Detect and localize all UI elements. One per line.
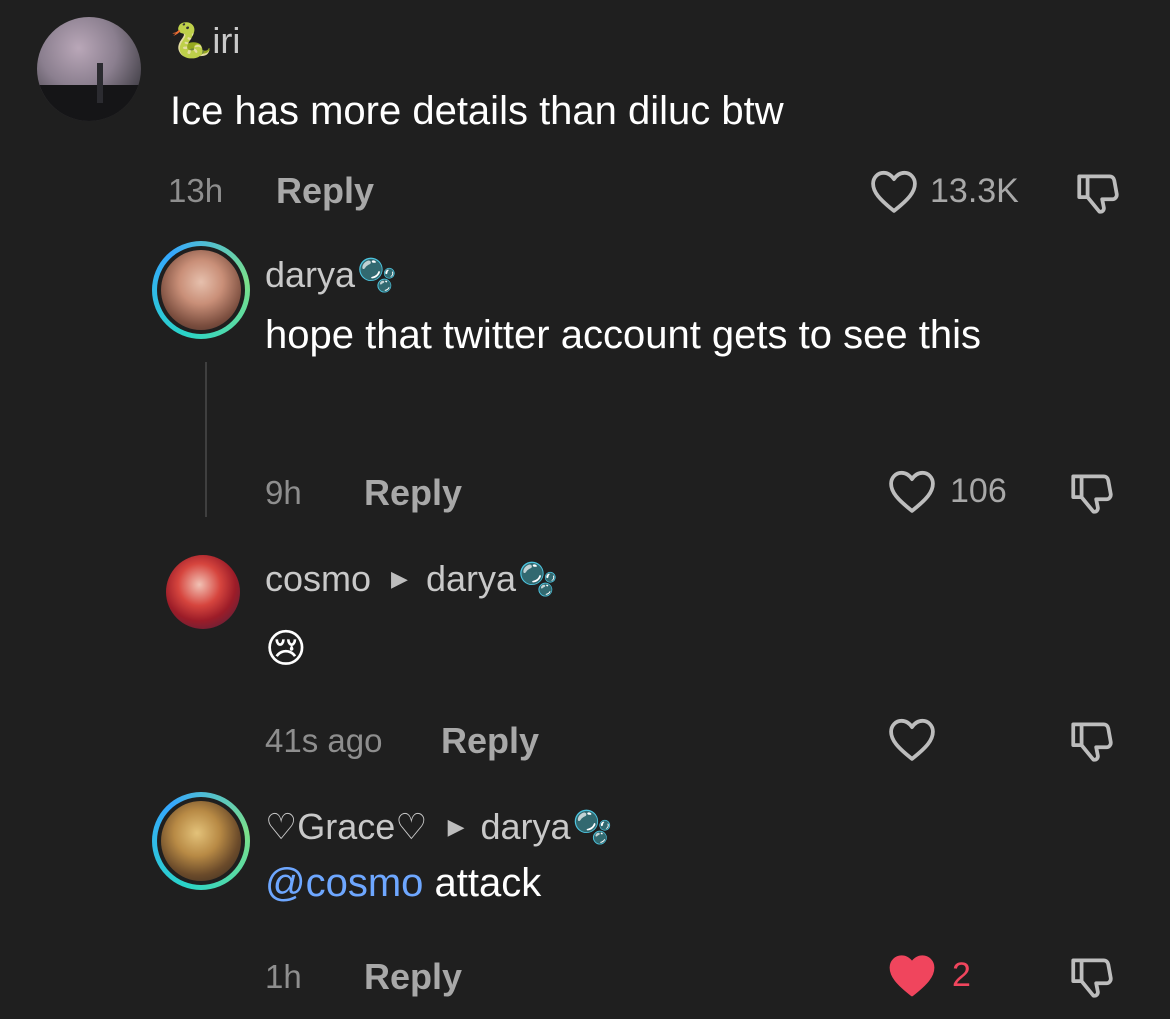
reply-button[interactable]: Reply <box>364 472 462 514</box>
heart-filled-icon <box>886 952 938 998</box>
thread-line <box>205 362 207 517</box>
bubbles-emoji: 🫧 <box>357 257 397 293</box>
avatar-darya[interactable] <box>152 241 250 339</box>
comment-text: hope that twitter account gets to see th… <box>265 313 981 357</box>
heart-outline-icon <box>868 168 920 214</box>
like-button[interactable]: 106 <box>886 468 1007 514</box>
dislike-icon <box>1066 952 1118 1002</box>
username-row[interactable]: ♡Grace♡ ▶ darya 🫧 <box>265 806 1125 848</box>
comment-text: @cosmo attack <box>265 852 1125 914</box>
username-row[interactable]: darya 🫧 <box>265 254 1125 296</box>
bubbles-emoji: 🫧 <box>518 561 558 597</box>
comment-iri: 🐍 iri Ice has more details than diluc bt… <box>170 20 1130 142</box>
comment-grace: ♡Grace♡ ▶ darya 🫧 @cosmo attack <box>265 806 1125 914</box>
like-count: 106 <box>950 471 1007 510</box>
comment-time: 1h <box>265 958 302 995</box>
like-button[interactable] <box>886 716 938 762</box>
comment-time: 9h <box>265 474 302 511</box>
username-row[interactable]: 🐍 iri <box>170 20 1130 62</box>
like-button[interactable]: 2 <box>886 952 971 998</box>
like-button[interactable]: 13.3K <box>868 168 1019 214</box>
like-count: 2 <box>952 955 971 994</box>
comment-body: attack <box>423 861 542 905</box>
reply-to-username[interactable]: darya <box>481 806 571 848</box>
heart-outline-icon <box>886 468 938 514</box>
comment-time: 13h <box>168 172 224 209</box>
heart-outline-icon <box>886 716 938 762</box>
dislike-button[interactable] <box>1066 716 1118 766</box>
dislike-icon <box>1072 168 1124 218</box>
mention-link[interactable]: @cosmo <box>265 861 423 905</box>
username-row[interactable]: cosmo ▶ darya 🫧 <box>265 558 1125 600</box>
dislike-icon <box>1066 468 1118 518</box>
comment-text: 😢 <box>265 627 307 671</box>
play-arrow-icon: ▶ <box>391 566 408 591</box>
dislike-button[interactable] <box>1066 468 1118 518</box>
comment-darya: darya 🫧 hope that twitter account gets t… <box>265 254 1125 366</box>
comment-text: Ice has more details than diluc btw <box>170 89 784 133</box>
reply-button[interactable]: Reply <box>364 956 462 998</box>
username[interactable]: cosmo <box>265 558 371 600</box>
reply-button[interactable]: Reply <box>276 170 374 212</box>
dislike-icon <box>1066 716 1118 766</box>
avatar-iri[interactable] <box>37 17 141 121</box>
reply-button[interactable]: Reply <box>441 720 539 762</box>
dislike-button[interactable] <box>1072 168 1124 218</box>
dislike-button[interactable] <box>1066 952 1118 1002</box>
username[interactable]: ♡Grace♡ <box>265 806 428 848</box>
avatar-grace[interactable] <box>152 792 250 890</box>
username[interactable]: darya <box>265 254 355 296</box>
bubbles-emoji: 🫧 <box>572 809 613 845</box>
comment-time: 41s ago <box>265 722 383 759</box>
avatar-cosmo[interactable] <box>166 555 240 629</box>
like-count: 13.3K <box>930 171 1019 210</box>
comment-cosmo: cosmo ▶ darya 🫧 😢 <box>265 558 1125 672</box>
play-arrow-icon: ▶ <box>447 814 465 839</box>
username[interactable]: iri <box>212 20 240 62</box>
reply-to-username[interactable]: darya <box>426 558 516 600</box>
snake-emoji: 🐍 <box>170 22 213 60</box>
